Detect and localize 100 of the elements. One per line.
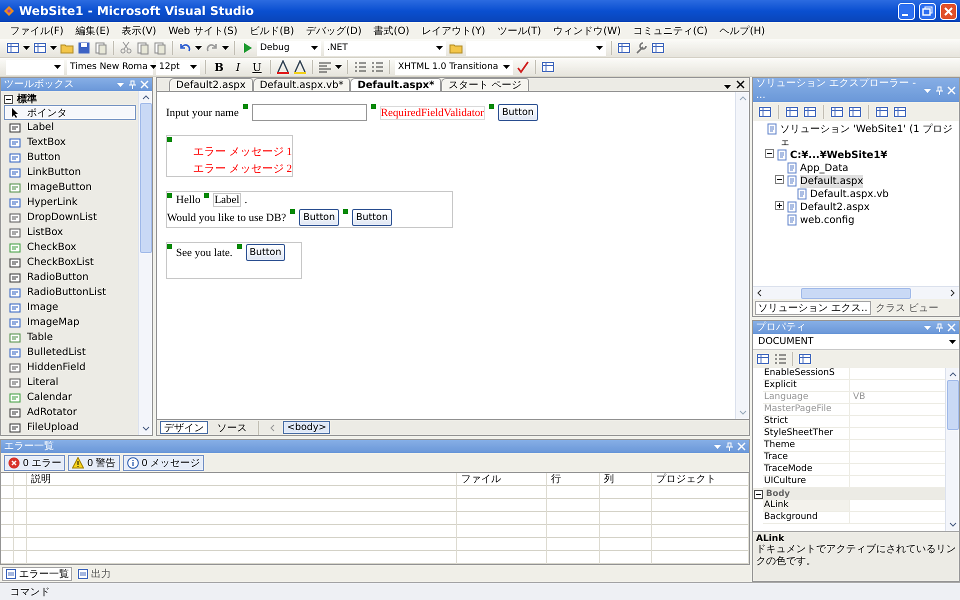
scissors-icon[interactable] bbox=[119, 41, 133, 55]
toolbox-item[interactable]: BulletedList bbox=[4, 345, 136, 360]
name-input[interactable] bbox=[252, 104, 367, 121]
toolbox-item[interactable]: Calendar bbox=[4, 390, 136, 405]
column-header[interactable]: 説明 bbox=[27, 473, 457, 486]
property-name[interactable]: Background bbox=[763, 512, 849, 523]
toolbox-item[interactable]: RadioButton bbox=[4, 270, 136, 285]
expand-icon[interactable] bbox=[775, 201, 784, 210]
menu-item[interactable]: デバッグ(D) bbox=[300, 24, 368, 38]
highlight-icon[interactable] bbox=[293, 60, 307, 74]
toolbox-item[interactable]: DropDownList bbox=[4, 210, 136, 225]
column-header[interactable]: 列 bbox=[600, 473, 652, 486]
menu-item[interactable]: ビルド(B) bbox=[243, 24, 300, 38]
toolbox-item[interactable]: Table bbox=[4, 330, 136, 345]
tree-item[interactable]: App_Data bbox=[800, 162, 848, 175]
close-button[interactable] bbox=[940, 2, 957, 20]
property-name[interactable]: StyleSheetTher bbox=[763, 428, 849, 439]
align-icon[interactable] bbox=[318, 60, 332, 74]
save-icon[interactable] bbox=[77, 41, 91, 55]
collapse-icon[interactable] bbox=[754, 490, 763, 498]
column-header[interactable]: プロジェクト bbox=[652, 473, 749, 486]
platform-dropdown[interactable]: .NET bbox=[324, 40, 446, 56]
sort-icon[interactable] bbox=[773, 352, 787, 366]
filter-button[interactable]: 0 エラー bbox=[4, 454, 66, 470]
dropdown-icon[interactable] bbox=[723, 82, 732, 91]
toolbox-item[interactable]: Label bbox=[4, 120, 136, 135]
view-tab[interactable]: デザイン bbox=[160, 421, 208, 434]
toolbox-item[interactable]: ImageButton bbox=[4, 180, 136, 195]
group-label[interactable]: 標準 bbox=[17, 92, 37, 106]
toolbox-item[interactable]: ListBox bbox=[4, 225, 136, 240]
menu-item[interactable]: ツール(T) bbox=[491, 24, 548, 38]
font-color-icon[interactable] bbox=[276, 60, 290, 74]
toolbox-item[interactable]: RadioButtonList bbox=[4, 285, 136, 300]
filter-button[interactable]: 0 メッセージ bbox=[122, 454, 204, 470]
pin-icon[interactable] bbox=[935, 86, 944, 94]
scrollbar[interactable] bbox=[945, 368, 959, 531]
italic-button[interactable]: I bbox=[230, 59, 246, 75]
menu-item[interactable]: 編集(E) bbox=[70, 24, 116, 38]
scrollbar[interactable] bbox=[735, 92, 749, 419]
form-button[interactable]: Button bbox=[299, 209, 340, 226]
property-name[interactable]: Strict bbox=[763, 416, 849, 427]
scrollbar-thumb[interactable] bbox=[946, 380, 958, 430]
toolbox-item[interactable]: Image bbox=[4, 300, 136, 315]
form-button[interactable]: Button bbox=[246, 244, 286, 261]
schema-dropdown[interactable]: XHTML 1.0 Transitiona bbox=[395, 60, 513, 74]
property-name[interactable]: UICulture bbox=[763, 476, 849, 487]
tree-item[interactable]: Default.aspx.vb bbox=[810, 188, 889, 201]
panel-tab[interactable]: エラー一覧 bbox=[2, 566, 72, 580]
configuration-dropdown[interactable]: Debug bbox=[257, 40, 321, 56]
size-dropdown[interactable]: 12pt bbox=[156, 60, 200, 74]
filter-button[interactable]: 0 警告 bbox=[68, 454, 120, 470]
scrollbar[interactable] bbox=[138, 91, 152, 435]
tree-item[interactable]: ソリューション 'WebSite1' (1 プロジェ bbox=[780, 123, 959, 149]
document-tab[interactable]: Default.aspx.vb* bbox=[252, 78, 350, 91]
restore-button[interactable] bbox=[919, 2, 936, 20]
font-dropdown[interactable]: Times New Roma bbox=[67, 60, 153, 74]
scrollbar[interactable] bbox=[753, 286, 959, 299]
tag-button[interactable]: <body> bbox=[283, 421, 330, 434]
scrollbar-thumb[interactable] bbox=[140, 103, 152, 253]
document-tab[interactable]: Default.aspx* bbox=[350, 78, 442, 91]
toolbox-item[interactable]: HiddenField bbox=[4, 360, 136, 375]
toolbox-item[interactable]: ポインタ bbox=[4, 105, 136, 120]
property-name[interactable]: Explicit bbox=[763, 380, 849, 391]
property-name[interactable]: ALink bbox=[763, 500, 849, 511]
menu-item[interactable]: 書式(O) bbox=[368, 24, 416, 38]
spellcheck-icon[interactable] bbox=[516, 60, 530, 74]
document-tab[interactable]: スタート ページ bbox=[441, 78, 528, 91]
tree-item[interactable]: web.config bbox=[800, 214, 854, 227]
numbering-icon[interactable] bbox=[370, 60, 384, 74]
toolbox-item[interactable]: Button bbox=[4, 150, 136, 165]
pin-icon[interactable] bbox=[128, 80, 137, 89]
toolbox-item[interactable]: FileUpload bbox=[4, 420, 136, 435]
column-header[interactable]: 行 bbox=[547, 473, 600, 486]
pin-icon[interactable] bbox=[725, 442, 734, 451]
toolbox-item[interactable]: CheckBoxList bbox=[4, 255, 136, 270]
toolbox-item[interactable]: AdRotator bbox=[4, 405, 136, 420]
pin-icon[interactable] bbox=[935, 323, 944, 332]
menu-item[interactable]: コミュニティ(C) bbox=[626, 24, 714, 38]
property-name[interactable]: Trace bbox=[763, 452, 849, 463]
bold-button[interactable]: B bbox=[211, 59, 227, 75]
menu-item[interactable]: レイアウト(Y) bbox=[415, 24, 492, 38]
menu-item[interactable]: ウィンドウ(W) bbox=[547, 24, 627, 38]
collapse-icon[interactable] bbox=[4, 94, 13, 104]
menu-item[interactable]: ヘルプ(H) bbox=[714, 24, 772, 38]
document-tab[interactable]: Default2.aspx bbox=[169, 78, 253, 91]
save-all-icon[interactable] bbox=[94, 41, 108, 55]
underline-button[interactable]: U bbox=[249, 59, 265, 75]
bullets-icon[interactable] bbox=[353, 60, 367, 74]
wrench-icon[interactable] bbox=[634, 41, 648, 55]
view-tab[interactable]: ソース bbox=[213, 421, 251, 434]
column-header[interactable]: ファイル bbox=[457, 473, 547, 486]
collapse-icon[interactable] bbox=[765, 149, 774, 158]
toolbox-item[interactable]: Literal bbox=[4, 375, 136, 390]
toolbox-item[interactable]: TextBox bbox=[4, 135, 136, 150]
panel-tab[interactable]: 出力 bbox=[74, 566, 114, 580]
collapse-icon[interactable] bbox=[775, 175, 784, 184]
panel-tab[interactable]: クラス ビュー bbox=[872, 300, 942, 314]
menu-item[interactable]: Web サイト(S) bbox=[162, 24, 244, 38]
minimize-button[interactable] bbox=[898, 2, 915, 20]
property-name[interactable]: Theme bbox=[763, 440, 849, 451]
